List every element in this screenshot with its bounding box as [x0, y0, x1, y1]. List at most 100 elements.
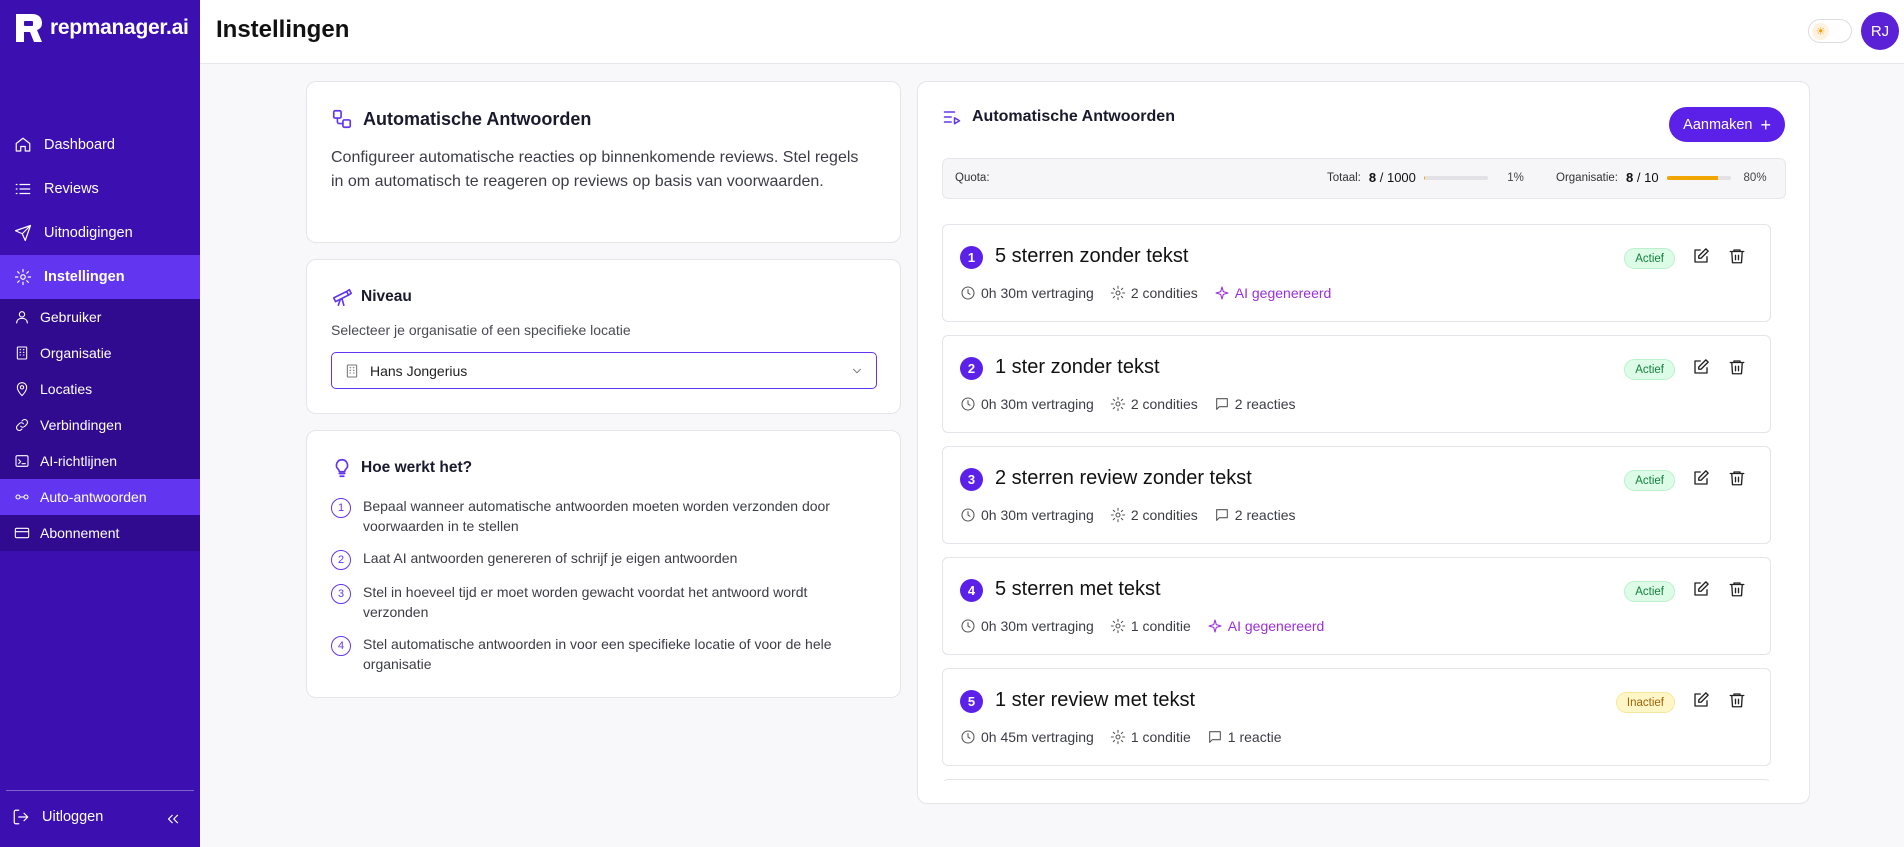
- rule-meta: 0h 30m vertraging 2 condities 2 reacties: [960, 507, 1295, 523]
- quota-org: Organisatie: 8 / 10 80%: [1556, 170, 1767, 185]
- delete-button[interactable]: [1728, 691, 1748, 711]
- edit-button[interactable]: [1692, 358, 1712, 378]
- step-item: 1 Bepaal wanneer automatische antwoorden…: [331, 496, 861, 536]
- sidebar-item-verbindingen[interactable]: Verbindingen: [0, 407, 200, 443]
- quota-total-value: 8 / 1000: [1368, 170, 1416, 185]
- rule-card-partial[interactable]: [942, 779, 1771, 781]
- link-icon: [15, 418, 29, 432]
- logout-button[interactable]: Uitloggen: [12, 808, 188, 826]
- rule-card[interactable]: 2 1 ster zonder tekst Actief 0h 30m vertrag…: [942, 335, 1771, 433]
- how-it-works-card: Hoe werkt het? 1 Bepaal wanneer automati…: [306, 430, 901, 698]
- trash-icon: [1729, 471, 1745, 486]
- quota-org-label: Organisatie:: [1556, 171, 1619, 184]
- step-number: 4: [331, 636, 351, 656]
- niveau-title: Niveau: [331, 286, 412, 308]
- message-icon: [1215, 398, 1228, 410]
- intro-card: Automatische Antwoorden Configureer auto…: [306, 81, 901, 243]
- edit-icon: [1694, 359, 1709, 374]
- status-badge: Actief: [1624, 359, 1675, 380]
- sidebar-item-label: Uitnodigingen: [44, 225, 133, 241]
- location-select[interactable]: Hans Jongerius: [331, 352, 877, 389]
- building-icon: [16, 346, 28, 360]
- avatar[interactable]: RJ: [1861, 12, 1899, 50]
- delete-button[interactable]: [1728, 247, 1748, 267]
- telescope-icon: [332, 288, 352, 307]
- sidebar-item-abonnement[interactable]: Abonnement: [0, 515, 200, 551]
- how-title: Hoe werkt het?: [331, 457, 472, 479]
- status-badge: Actief: [1624, 581, 1675, 602]
- plus-icon: +: [1760, 114, 1771, 135]
- quota-total-progress: [1423, 175, 1488, 180]
- auto-reply-icon: [332, 109, 352, 129]
- sidebar-item-auto-antwoorden[interactable]: Auto-antwoorden: [0, 479, 200, 515]
- intro-description: Configureer automatische reacties op bin…: [331, 149, 859, 190]
- user-icon: [16, 311, 28, 324]
- auto-reply-icon: [15, 494, 29, 500]
- step-item: 2 Laat AI antwoorden genereren of schrij…: [331, 548, 861, 570]
- delete-button[interactable]: [1728, 358, 1748, 378]
- location-select-value: Hans Jongerius: [370, 362, 468, 379]
- sidebar-item-reviews[interactable]: Reviews: [0, 167, 200, 211]
- edit-button[interactable]: [1692, 469, 1712, 489]
- sidebar-item-dashboard[interactable]: Dashboard: [0, 123, 200, 167]
- list-play-icon: [943, 111, 961, 125]
- building-icon: [346, 363, 358, 378]
- sidebar-item-ai-richtlijnen[interactable]: AI-richtlijnen: [0, 443, 200, 479]
- sidebar-item-label: AI-richtlijnen: [40, 453, 118, 469]
- main-nav: Dashboard Reviews Uitnodigingen Instelli…: [0, 123, 200, 551]
- sidebar-item-uitnodigingen[interactable]: Uitnodigingen: [0, 211, 200, 255]
- delete-button[interactable]: [1728, 469, 1748, 489]
- status-badge: Actief: [1624, 470, 1675, 491]
- theme-toggle[interactable]: ☀: [1808, 19, 1852, 43]
- rule-meta: 0h 30m vertraging 1 conditie AI gegenereer…: [960, 618, 1324, 634]
- list-header: Automatische Antwoorden: [942, 107, 1175, 127]
- sidebar-item-locaties[interactable]: Locaties: [0, 371, 200, 407]
- rule-replies: 2 reacties: [1214, 396, 1295, 412]
- edit-icon: [1694, 248, 1709, 263]
- rule-card[interactable]: 3 2 sterren review zonder tekst Actief 0h 3…: [942, 446, 1771, 544]
- rule-title: 5 sterren met tekst: [995, 578, 1161, 600]
- home-icon: [15, 137, 31, 152]
- sidebar-item-gebruiker[interactable]: Gebruiker: [0, 299, 200, 335]
- rule-delay: 0h 30m vertraging: [960, 285, 1094, 301]
- page-title: Instellingen: [216, 16, 350, 43]
- rule-card[interactable]: 5 1 ster review met tekst Inactief 0h 45m v…: [942, 668, 1771, 766]
- rule-title: 1 ster review met tekst: [995, 689, 1196, 711]
- rule-conditions: 2 condities: [1110, 285, 1198, 301]
- edit-icon: [1694, 692, 1709, 707]
- rules-list[interactable]: 1 5 sterren zonder tekst Actief 0h 30m vert…: [942, 224, 1795, 781]
- niveau-title-text: Niveau: [361, 288, 412, 305]
- step-text: Stel in hoeveel tijd er moet worden gewa…: [363, 584, 808, 620]
- logo-icon: [16, 14, 42, 42]
- quota-total-percent: 1%: [1507, 171, 1524, 184]
- step-item: 4 Stel automatische antwoorden in voor e…: [331, 634, 861, 674]
- sidebar-item-label: Abonnement: [40, 525, 120, 541]
- quota-org-value: 8 / 10: [1626, 170, 1659, 185]
- delete-button[interactable]: [1728, 580, 1748, 600]
- sidebar-item-instellingen[interactable]: Instellingen: [0, 255, 200, 299]
- edit-button[interactable]: [1692, 580, 1712, 600]
- quota-bar: Quota: Totaal: 8 / 1000 1% Organisatie: …: [942, 158, 1786, 199]
- collapse-sidebar-icon[interactable]: [164, 810, 182, 828]
- sparkle-icon: [1215, 286, 1229, 300]
- rule-ai-generated: AI gegenereerd: [1207, 618, 1324, 634]
- status-badge: Inactief: [1615, 692, 1675, 713]
- map-pin-icon: [16, 382, 28, 397]
- edit-button[interactable]: [1692, 247, 1712, 267]
- rule-card[interactable]: 4 5 sterren met tekst Actief 0h 30m vertrag…: [942, 557, 1771, 655]
- clock-icon: [961, 619, 975, 633]
- sidebar-item-organisatie[interactable]: Organisatie: [0, 335, 200, 371]
- gear-icon: [1110, 285, 1126, 301]
- create-button[interactable]: Aanmaken +: [1669, 107, 1785, 142]
- rule-delay: 0h 30m vertraging: [960, 507, 1094, 523]
- logo[interactable]: repmanager.ai: [12, 12, 189, 44]
- how-title-text: Hoe werkt het?: [361, 459, 473, 476]
- rule-delay: 0h 45m vertraging: [960, 729, 1094, 745]
- sidebar-item-label: Gebruiker: [40, 309, 102, 325]
- edit-button[interactable]: [1692, 691, 1712, 711]
- logout-label: Uitloggen: [42, 809, 104, 825]
- quota-org-percent: 80%: [1743, 171, 1767, 184]
- rule-card[interactable]: 1 5 sterren zonder tekst Actief 0h 30m vert…: [942, 224, 1771, 322]
- sun-icon: ☀: [1812, 23, 1829, 40]
- step-number: 2: [331, 550, 351, 570]
